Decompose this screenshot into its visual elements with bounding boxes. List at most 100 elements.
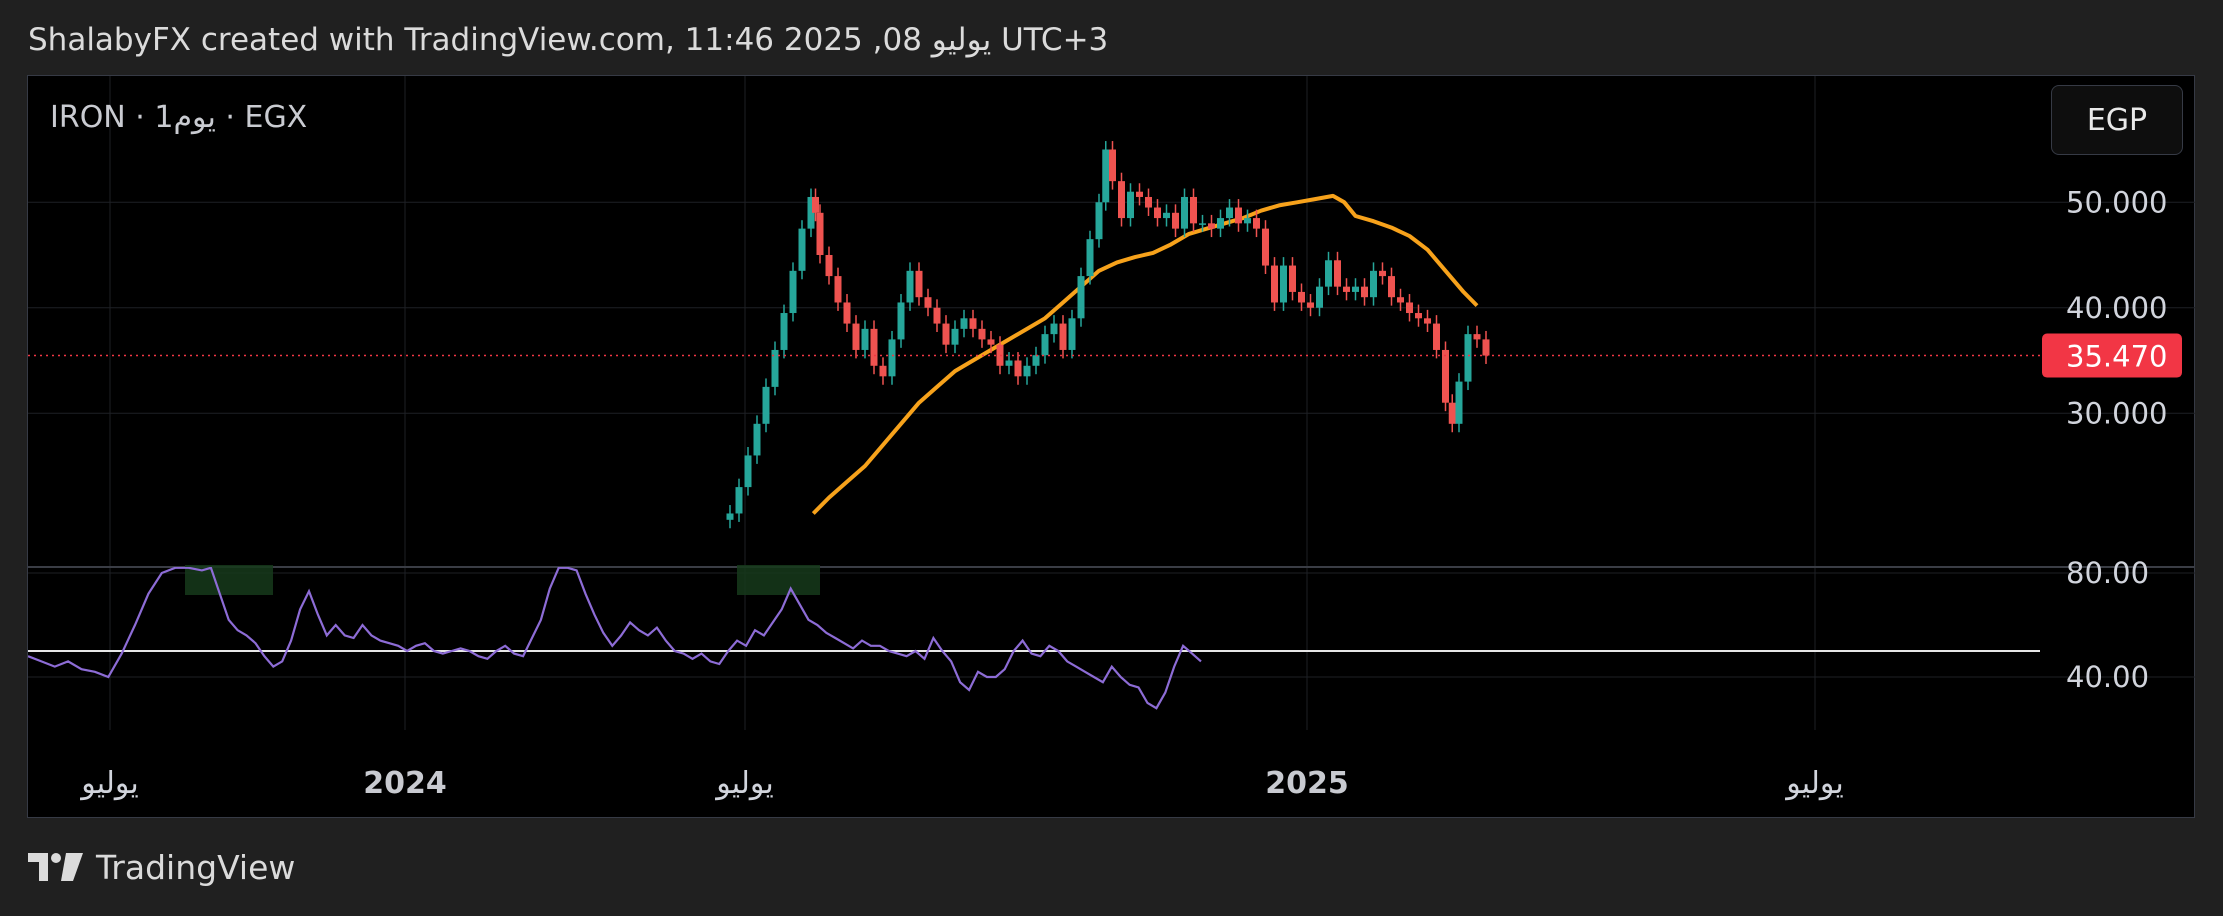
candle-body — [906, 270, 914, 303]
candle-body — [1442, 349, 1449, 403]
candle — [834, 267, 842, 311]
candle — [1154, 199, 1161, 227]
candle-body — [879, 365, 887, 377]
candle-body — [870, 328, 878, 366]
candle — [1280, 257, 1287, 311]
candle — [1050, 315, 1058, 343]
last-price-label: 35.470 — [2066, 340, 2167, 374]
candle-body — [1145, 196, 1152, 208]
candle-body — [978, 328, 986, 340]
price-tick-label: 40.000 — [2066, 291, 2167, 325]
chart-canvas[interactable]: 50.000 40.000 30.000 35.470 80.00 40.00 يوليو 2… — [0, 0, 2223, 916]
candle — [1163, 204, 1170, 227]
currency-label: EGP — [2086, 102, 2148, 138]
sma-layer — [811, 193, 1479, 515]
candle — [726, 505, 734, 529]
candle-body — [1136, 191, 1143, 197]
candle — [1145, 188, 1152, 216]
candle-body — [816, 212, 824, 255]
candle — [879, 357, 887, 385]
candle — [852, 315, 860, 359]
footer-brand[interactable]: TradingView — [28, 848, 295, 887]
sma-line — [811, 193, 1479, 515]
candle — [1442, 341, 1449, 412]
candle-body — [1307, 302, 1314, 308]
candle — [1102, 141, 1110, 211]
candle-body — [753, 423, 761, 456]
candle — [1172, 204, 1179, 238]
candle — [1334, 251, 1341, 296]
candle — [951, 320, 959, 354]
candle — [915, 262, 923, 306]
candle-body — [915, 270, 923, 298]
candle-body — [1464, 334, 1472, 382]
candle — [816, 204, 824, 264]
candle-body — [1352, 286, 1359, 292]
candle-body — [969, 318, 977, 329]
candle — [1361, 278, 1368, 306]
candle-body — [1032, 355, 1040, 366]
candle-body — [1343, 286, 1350, 292]
candle — [1059, 315, 1067, 359]
candle-body — [798, 228, 806, 271]
candle — [924, 288, 932, 317]
candle — [1068, 309, 1076, 359]
candle-body — [1406, 302, 1413, 314]
candle-body — [1102, 149, 1110, 203]
candle-body — [1379, 270, 1386, 277]
candle-body — [852, 323, 860, 350]
candle — [735, 478, 743, 522]
candle-body — [1473, 334, 1481, 340]
candle-body — [1235, 207, 1242, 224]
candle — [1448, 394, 1456, 433]
candle — [1190, 188, 1197, 232]
candle — [1307, 294, 1314, 317]
candle — [825, 246, 833, 285]
candle — [1289, 257, 1296, 301]
candle — [1262, 220, 1269, 274]
candle — [861, 320, 869, 359]
candle — [1406, 294, 1413, 322]
candle-body — [1397, 297, 1404, 303]
candle — [1343, 278, 1350, 301]
candle-body — [1059, 323, 1067, 350]
candle — [1325, 251, 1332, 296]
candle — [1455, 373, 1463, 433]
rsi-layer — [28, 565, 2040, 710]
candle — [1298, 283, 1305, 311]
candle-body — [744, 455, 752, 488]
price-tick-label: 50.000 — [2066, 185, 2167, 219]
candle — [762, 378, 770, 433]
candle — [870, 320, 878, 375]
candle-body — [1244, 218, 1251, 224]
candle-body — [1370, 270, 1377, 298]
candle-body — [897, 302, 905, 340]
candle — [1482, 330, 1490, 364]
x-tick-label: 2025 — [1265, 766, 1349, 801]
candle-body — [1424, 318, 1431, 324]
candle-body — [825, 255, 833, 277]
candle — [771, 341, 779, 396]
candle-body — [1068, 318, 1076, 350]
candle — [1433, 315, 1440, 359]
candle — [1464, 325, 1472, 391]
currency-button[interactable]: EGP — [2051, 85, 2183, 155]
candle-body — [1361, 286, 1368, 298]
candle-layer — [726, 141, 1490, 529]
candle-body — [780, 313, 788, 350]
candle-body — [1077, 276, 1085, 319]
footer-brand-label: TradingView — [96, 848, 296, 887]
candle-body — [834, 276, 842, 303]
candle — [744, 447, 752, 496]
candle-body — [861, 328, 869, 350]
tradingview-logo-icon — [28, 852, 83, 881]
rsi-overbought-zone — [737, 565, 820, 595]
candle-body — [1415, 313, 1422, 319]
symbol-label[interactable]: IRON · 1يوم · EGX — [50, 100, 307, 135]
candle — [1217, 209, 1224, 238]
candle-body — [1325, 260, 1332, 287]
candle-body — [1014, 360, 1022, 377]
candle-body — [726, 513, 734, 520]
candle-body — [789, 270, 797, 314]
candle-body — [1226, 207, 1233, 219]
